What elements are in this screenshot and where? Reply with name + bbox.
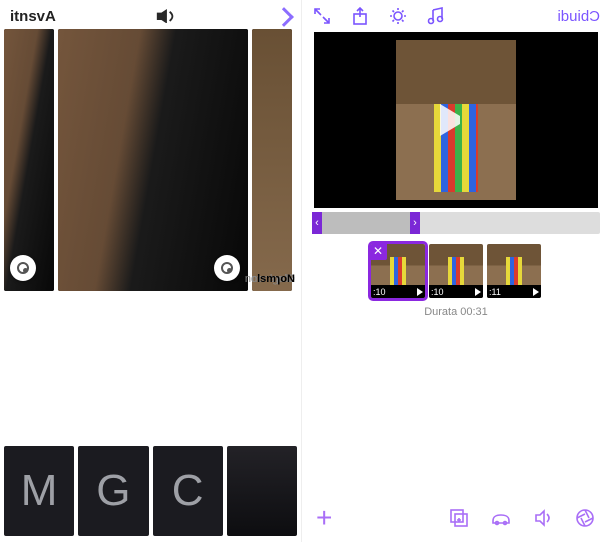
right-top-bar: ibuidƆ [302,0,610,30]
preview-next[interactable] [252,29,292,291]
play-icon[interactable] [440,104,472,136]
left-panel: itnsvA M msrlgniD nobnɘɿslƆ lsmɿoN M G C [0,0,302,542]
clip-time: :10 [431,287,444,297]
clip-time: :10 [373,287,386,297]
clip-item[interactable]: :10 [429,244,483,298]
video-preview-strip [0,29,301,291]
clip-time: :11 [489,287,501,297]
remove-clip-icon[interactable]: ✕ [371,244,387,260]
play-mini-icon [417,288,423,296]
right-panel: ibuidƆ ‹ › ✕ :10 :10 :11 Durata 00:31 + [302,0,610,542]
close-button[interactable]: ibuidƆ [557,8,600,25]
trim-handle-end[interactable]: › [410,212,420,234]
clip-item[interactable]: ✕ :10 [371,244,425,298]
filter-item[interactable]: C [153,446,223,536]
filter-item[interactable]: M [4,446,74,536]
forward-icon[interactable] [274,7,294,27]
duplicate-icon[interactable] [448,507,470,529]
preview-current[interactable] [58,29,248,291]
nav-back-label[interactable]: itnsvA [10,8,56,25]
fullscreen-icon[interactable] [312,6,332,26]
gear-icon[interactable] [388,6,408,26]
bottom-toolbar: + [302,502,610,534]
clip-item[interactable]: :11 [487,244,541,298]
duration-label: Durata 00:31 [302,306,610,318]
trim-bar[interactable]: ‹ › [312,212,600,234]
speaker-icon[interactable] [155,9,177,25]
car-icon[interactable] [490,507,512,529]
audio-icon[interactable] [532,507,554,529]
trim-handle-start[interactable]: ‹ [312,212,322,234]
filter-item-normal[interactable] [227,446,297,536]
music-icon[interactable] [426,6,446,26]
share-icon[interactable] [350,6,370,26]
filter-strip: M G C [0,446,301,536]
bottom-icons [448,507,596,529]
aperture-icon[interactable] [574,507,596,529]
toolbar-icons [312,6,446,26]
trim-range [322,212,410,234]
filter-item[interactable]: G [78,446,148,536]
video-preview[interactable] [314,32,598,208]
play-mini-icon [533,288,539,296]
clip-strip: ✕ :10 :10 :11 [302,244,610,298]
left-top-bar: itnsvA [0,0,301,29]
play-mini-icon [475,288,481,296]
add-button[interactable]: + [316,502,332,534]
preview-prev[interactable] [4,29,54,291]
filter-label: lsmɿoN [238,273,295,285]
